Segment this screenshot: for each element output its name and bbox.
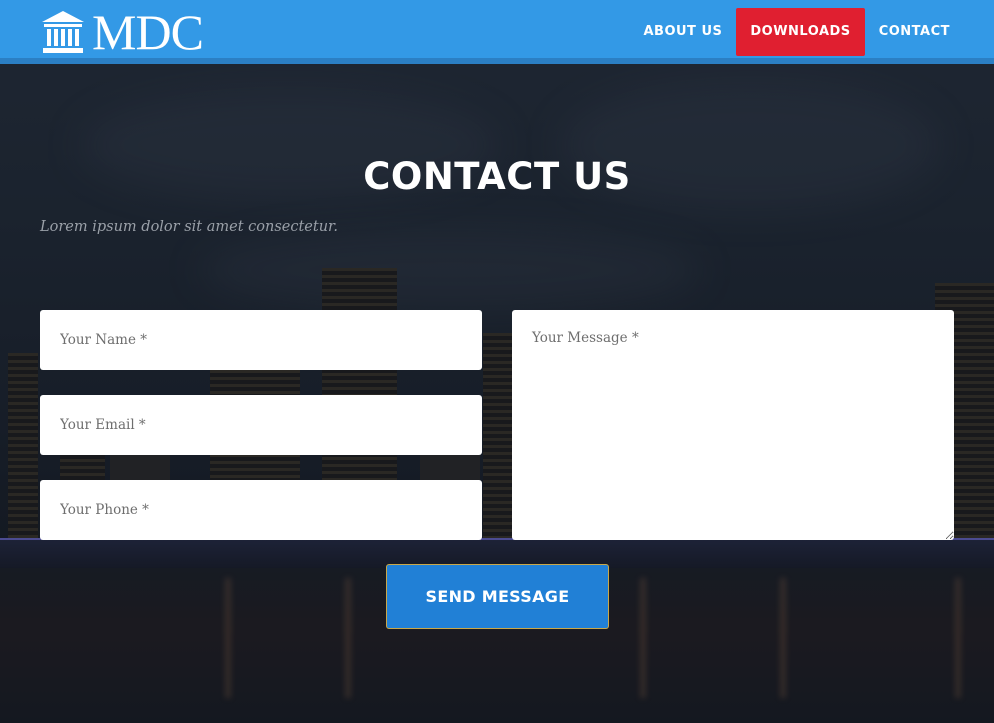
brand-logo[interactable]: MDC (40, 4, 204, 60)
main-nav: ABOUT US DOWNLOADS CONTACT (629, 8, 964, 56)
section-title: CONTACT US (363, 155, 631, 198)
message-textarea[interactable] (512, 310, 954, 540)
name-input[interactable] (40, 310, 482, 370)
building-columns-icon (42, 11, 84, 53)
brand-name: MDC (92, 4, 204, 60)
nav-item-contact[interactable]: CONTACT (865, 8, 964, 56)
phone-input[interactable] (40, 480, 482, 540)
site-header: MDC ABOUT US DOWNLOADS CONTACT (0, 0, 994, 64)
nav-item-about-us[interactable]: ABOUT US (629, 8, 736, 56)
section-subtitle: Lorem ipsum dolor sit amet consectetur. (40, 219, 338, 235)
nav-item-downloads[interactable]: DOWNLOADS (736, 8, 865, 56)
send-message-button[interactable]: SEND MESSAGE (386, 564, 609, 629)
email-input[interactable] (40, 395, 482, 455)
